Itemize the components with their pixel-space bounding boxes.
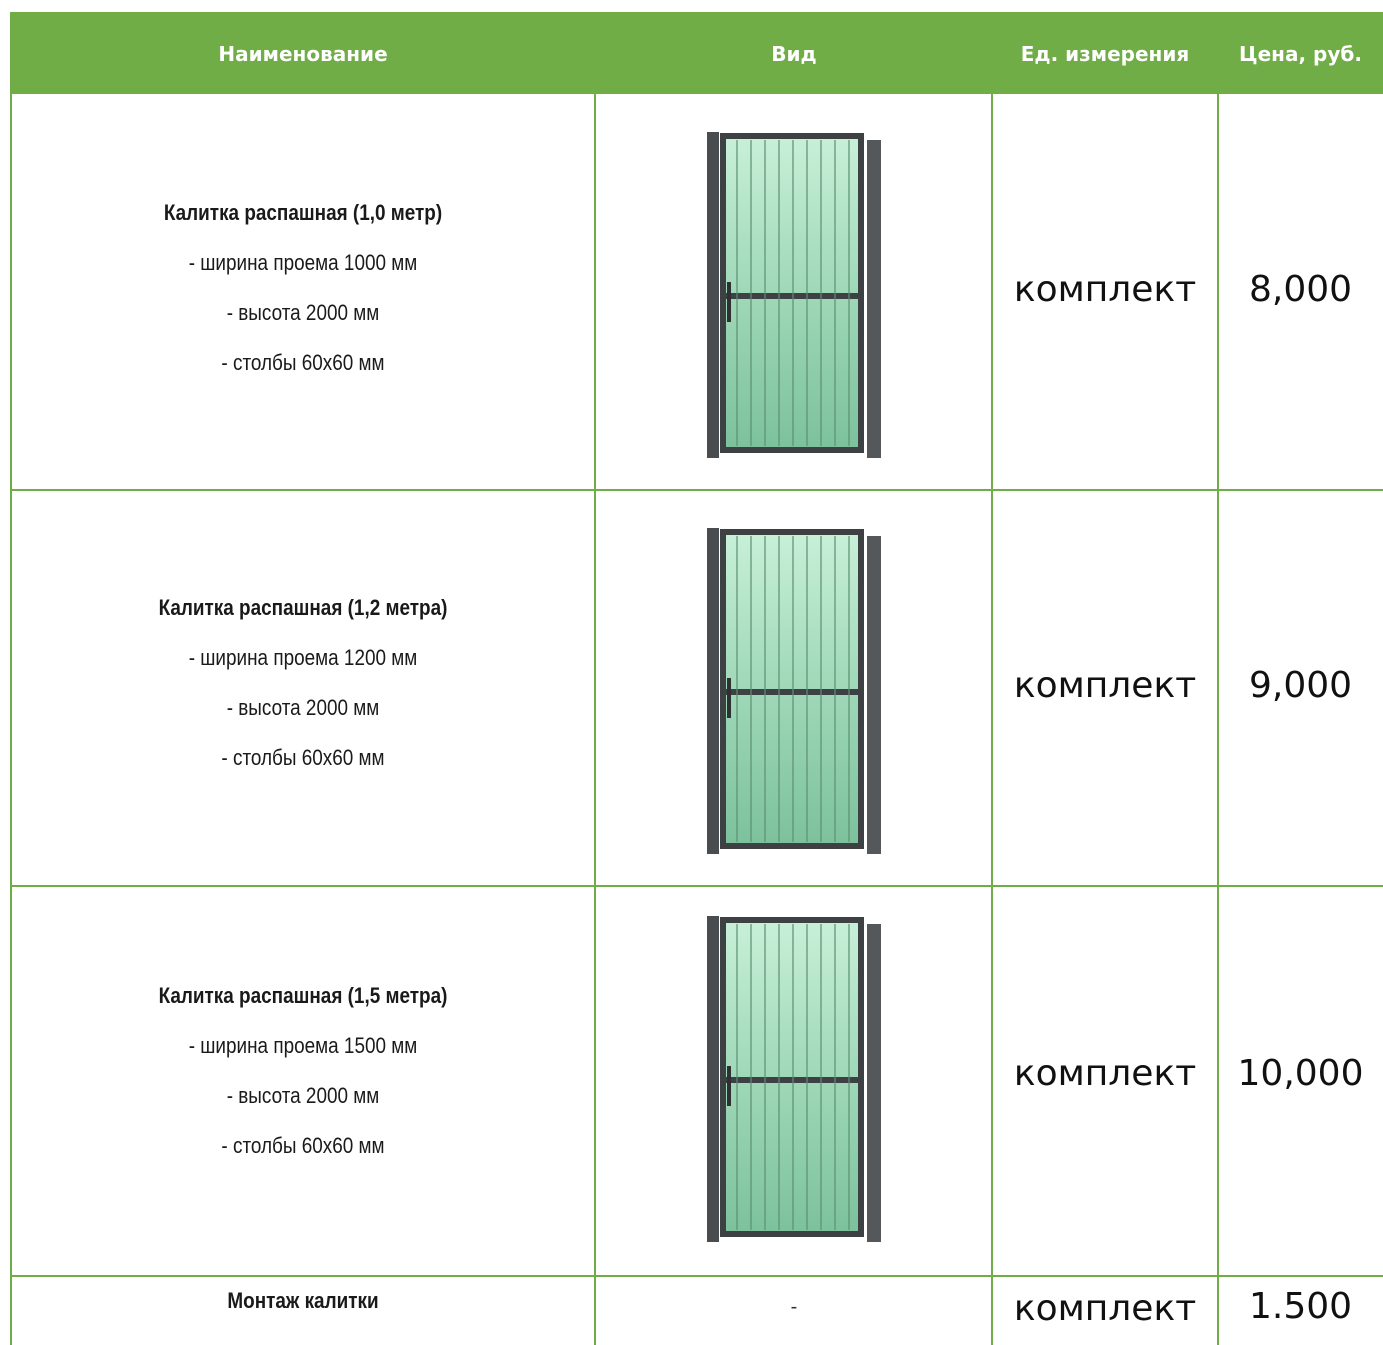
column-header-view: Вид bbox=[771, 42, 817, 66]
product-title: Калитка распашная (1,2 метра) bbox=[158, 595, 448, 620]
price-cell: 8,000 bbox=[1248, 269, 1353, 310]
product-title: Калитка распашная (1,0 метр) bbox=[163, 200, 443, 225]
product-posts: - столбы 60х60 мм bbox=[221, 350, 385, 375]
unit-cell: комплект bbox=[1013, 665, 1197, 706]
column-header-unit: Ед. измерения bbox=[1020, 42, 1190, 66]
unit-cell: комплект bbox=[1013, 1053, 1197, 1094]
unit-cell: комплект bbox=[1013, 1288, 1197, 1329]
price-cell: 9,000 bbox=[1248, 665, 1353, 706]
service-name-cell: Монтаж калитки bbox=[10, 1276, 596, 1326]
column-header-name: Наименование bbox=[218, 42, 388, 66]
gate-image bbox=[705, 132, 885, 467]
unit-cell: комплект bbox=[1013, 269, 1197, 310]
row-divider bbox=[10, 489, 1383, 491]
service-title: Монтаж калитки bbox=[227, 1288, 379, 1313]
product-height: - высота 2000 мм bbox=[226, 300, 380, 325]
table-header: Наименование Вид Ед. измерения Цена, руб… bbox=[10, 12, 1383, 94]
gate-image bbox=[705, 528, 885, 863]
product-height: - высота 2000 мм bbox=[226, 695, 380, 720]
product-posts: - столбы 60х60 мм bbox=[221, 745, 385, 770]
gate-image bbox=[705, 916, 885, 1251]
product-posts: - столбы 60х60 мм bbox=[221, 1133, 385, 1158]
column-header-price: Цена, руб. bbox=[1239, 42, 1362, 66]
row-divider bbox=[10, 885, 1383, 887]
product-name-cell: Калитка распашная (1,2 метра) - ширина п… bbox=[10, 583, 596, 783]
product-width: - ширина проема 1000 мм bbox=[188, 250, 418, 275]
product-width: - ширина проема 1500 мм bbox=[188, 1033, 418, 1058]
product-name-cell: Калитка распашная (1,0 метр) - ширина пр… bbox=[10, 188, 596, 388]
price-cell: 10,000 bbox=[1237, 1053, 1364, 1094]
product-width: - ширина проема 1200 мм bbox=[188, 645, 418, 670]
price-cell: 1.500 bbox=[1248, 1286, 1353, 1327]
product-title: Калитка распашная (1,5 метра) bbox=[158, 983, 448, 1008]
view-placeholder: - bbox=[790, 1296, 798, 1318]
product-name-cell: Калитка распашная (1,5 метра) - ширина п… bbox=[10, 971, 596, 1171]
product-height: - высота 2000 мм bbox=[226, 1083, 380, 1108]
